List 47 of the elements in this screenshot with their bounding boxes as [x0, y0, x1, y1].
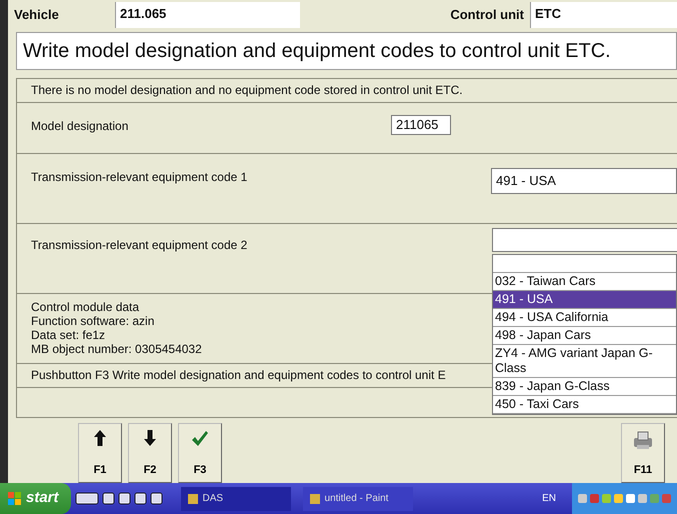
checkmark-icon: [191, 430, 209, 448]
dropdown-option[interactable]: 839 - Japan G-Class: [493, 378, 676, 396]
field-label: Transmission-relevant equipment code 1: [31, 168, 248, 186]
function-key[interactable]: F2: [128, 423, 172, 483]
taskbar-button[interactable]: DAS: [180, 486, 291, 510]
up-arrow-icon: [94, 430, 106, 446]
data-line: Function software: azin: [31, 314, 154, 328]
tray-icon[interactable]: [626, 493, 635, 504]
dropdown-option[interactable]: 494 - USA California: [493, 309, 676, 327]
function-key[interactable]: F11: [621, 423, 665, 483]
dropdown-option[interactable]: 450 - Taxi Cars: [493, 396, 676, 414]
app-icon: [186, 492, 199, 504]
function-key[interactable]: F1: [78, 423, 122, 483]
tray-icon[interactable]: [614, 493, 623, 504]
taskbar-button[interactable]: untitled - Paint: [302, 486, 413, 510]
page-title: Write model designation and equipment codes to control unit ETC.: [16, 32, 677, 70]
notice-text: There is no model designation and no equipment code stored in control unit ETC.: [31, 82, 463, 100]
tray-icon[interactable]: [638, 493, 647, 504]
windows-logo-icon: [8, 492, 22, 506]
code-1-dropdown[interactable]: 491 - USA: [491, 168, 677, 194]
app-icon: [308, 492, 321, 504]
section-heading: Control module data: [31, 300, 140, 314]
data-line: Data set: fe1z: [31, 328, 106, 342]
tray-icon[interactable]: [662, 493, 671, 504]
tray-icon[interactable]: [602, 493, 611, 504]
printer-icon: [632, 430, 654, 450]
dropdown-option[interactable]: 491 - USA: [493, 291, 676, 309]
data-line: MB object number: 0305454032: [31, 342, 202, 356]
field-label: Model designation: [31, 118, 130, 135]
dropdown-list[interactable]: 032 - Taiwan Cars 491 - USA 494 - USA California 498 - Japan Cars ZY4 - AMG variant Japan G-Class 839 - Japan G-Class 450 - Taxi Cars: [492, 254, 677, 415]
dropdown-option[interactable]: 032 - Taiwan Cars: [493, 273, 676, 291]
field-label: Transmission-relevant equipment code 2: [31, 238, 248, 252]
control-unit-field: ETC: [530, 2, 677, 28]
dropdown-option[interactable]: 498 - Japan Cars: [493, 327, 676, 345]
tray-icon[interactable]: [590, 493, 599, 504]
start-button[interactable]: start: [0, 483, 71, 514]
field-label: Control unit: [450, 6, 525, 24]
code-2-dropdown[interactable]: [492, 228, 677, 252]
tray-icon[interactable]: [578, 493, 587, 504]
vehicle-field: 211.065: [115, 2, 300, 28]
field-label: Vehicle: [13, 6, 60, 24]
function-key[interactable]: F3: [178, 423, 222, 483]
down-arrow-icon: [144, 430, 156, 446]
language-indicator[interactable]: EN: [542, 491, 556, 506]
model-field[interactable]: 211065: [391, 114, 451, 135]
dropdown-option[interactable]: ZY4 - AMG variant Japan G-Class: [493, 345, 676, 378]
hint-text: Pushbutton F3 Write model designation and equipment codes to control unit E: [31, 367, 446, 384]
